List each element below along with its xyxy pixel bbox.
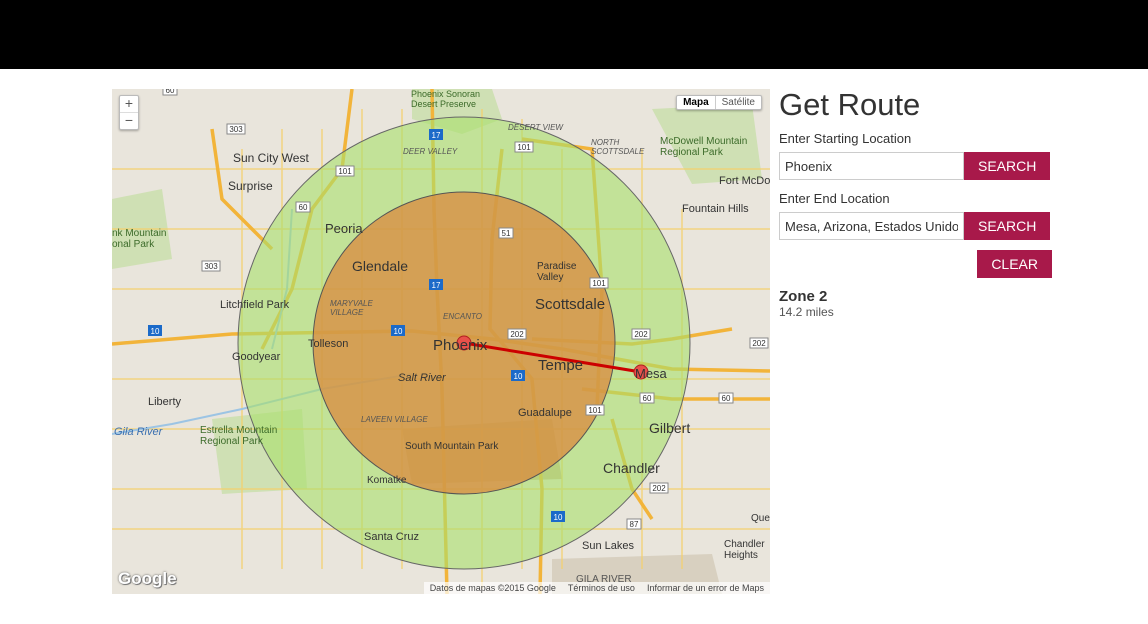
place-phoenix-sonoran: Phoenix Sonoran Desert Preserve — [411, 89, 480, 109]
place-mesa: Mesa — [635, 366, 668, 381]
svg-text:10: 10 — [394, 327, 403, 336]
map-type-map-button[interactable]: Mapa — [677, 96, 716, 109]
svg-text:101: 101 — [517, 143, 531, 152]
svg-text:60: 60 — [643, 394, 652, 403]
route-map[interactable]: 60 303 17 101 101 60 51 303 17 101 10 10… — [112, 89, 770, 594]
svg-text:17: 17 — [432, 281, 441, 290]
page-title: Get Route — [779, 87, 921, 122]
zoom-control: + − — [119, 95, 139, 130]
place-tolleson: Tolleson — [308, 338, 348, 350]
end-location-row: SEARCH — [779, 212, 1069, 240]
svg-text:60: 60 — [299, 203, 308, 212]
start-search-button[interactable]: SEARCH — [964, 152, 1051, 180]
place-deer-valley: DEER VALLEY — [403, 147, 458, 156]
place-fort-mcdowell: Fort McDowell — [719, 175, 770, 187]
place-goodyear: Goodyear — [232, 351, 281, 363]
map-data-credit: Datos de mapas ©2015 Google — [429, 583, 556, 593]
place-komatke: Komatke — [367, 475, 407, 486]
place-sun-city-west: Sun City West — [233, 151, 309, 165]
place-south-mountain-park: South Mountain Park — [405, 441, 499, 452]
zoom-out-button[interactable]: − — [120, 112, 138, 129]
place-tempe: Tempe — [538, 357, 583, 374]
svg-text:303: 303 — [229, 125, 243, 134]
map-canvas[interactable]: 60 303 17 101 101 60 51 303 17 101 10 10… — [112, 89, 770, 594]
place-salt-river: Salt River — [398, 372, 447, 384]
svg-text:202: 202 — [652, 484, 666, 493]
place-fountain-hills: Fountain Hills — [682, 203, 749, 215]
svg-text:101: 101 — [592, 279, 606, 288]
place-glendale: Glendale — [352, 258, 408, 274]
clear-button[interactable]: CLEAR — [977, 250, 1052, 278]
svg-text:10: 10 — [514, 372, 523, 381]
place-chandler: Chandler — [603, 460, 660, 476]
end-location-input[interactable] — [779, 212, 964, 240]
place-peoria: Peoria — [325, 221, 363, 236]
svg-text:10: 10 — [151, 327, 160, 336]
place-surprise: Surprise — [228, 179, 273, 193]
place-que: Que — [751, 513, 770, 524]
distance-result: 14.2 miles — [779, 305, 834, 319]
zone-result: Zone 2 — [779, 288, 828, 305]
map-type-control: Mapa Satélite — [676, 95, 762, 110]
start-location-label: Enter Starting Location — [779, 131, 912, 146]
route-panel: Get Route Enter Starting Location SEARCH… — [779, 89, 1069, 319]
svg-text:51: 51 — [502, 229, 511, 238]
svg-text:303: 303 — [204, 262, 218, 271]
svg-text:87: 87 — [630, 520, 639, 529]
svg-text:101: 101 — [588, 406, 602, 415]
top-header-bar — [0, 0, 1148, 69]
place-gila-river: Gila River — [114, 426, 164, 438]
end-location-label: Enter End Location — [779, 191, 890, 206]
map-credits: Datos de mapas ©2015 Google Términos de … — [423, 582, 770, 594]
place-phoenix: Phoenix — [433, 337, 488, 354]
place-laveen: LAVEEN VILLAGE — [361, 415, 428, 424]
place-desert-view: DESERT VIEW — [508, 123, 564, 132]
clear-row: CLEAR — [779, 250, 1052, 278]
start-location-row: SEARCH — [779, 152, 1069, 180]
svg-text:17: 17 — [432, 131, 441, 140]
place-liberty: Liberty — [148, 396, 182, 408]
place-encanto: ENCANTO — [443, 312, 482, 321]
svg-text:60: 60 — [722, 394, 731, 403]
place-gilbert: Gilbert — [649, 420, 690, 436]
zoom-in-button[interactable]: + — [120, 96, 138, 112]
place-guadalupe: Guadalupe — [518, 407, 572, 419]
svg-text:101: 101 — [338, 167, 352, 176]
svg-text:202: 202 — [634, 330, 648, 339]
place-scottsdale: Scottsdale — [535, 296, 605, 313]
google-logo[interactable]: Google — [118, 569, 177, 589]
svg-text:10: 10 — [554, 513, 563, 522]
svg-text:202: 202 — [510, 330, 524, 339]
place-litchfield-park: Litchfield Park — [220, 299, 290, 311]
place-sun-lakes: Sun Lakes — [582, 540, 634, 552]
svg-text:202: 202 — [752, 339, 766, 348]
terms-of-use-link[interactable]: Términos de uso — [568, 583, 635, 593]
place-santa-cruz: Santa Cruz — [364, 531, 419, 543]
svg-text:60: 60 — [166, 89, 175, 95]
start-location-input[interactable] — [779, 152, 964, 180]
map-type-satellite-button[interactable]: Satélite — [716, 96, 761, 109]
report-error-link[interactable]: Informar de un error de Maps — [647, 583, 764, 593]
end-search-button[interactable]: SEARCH — [964, 212, 1051, 240]
